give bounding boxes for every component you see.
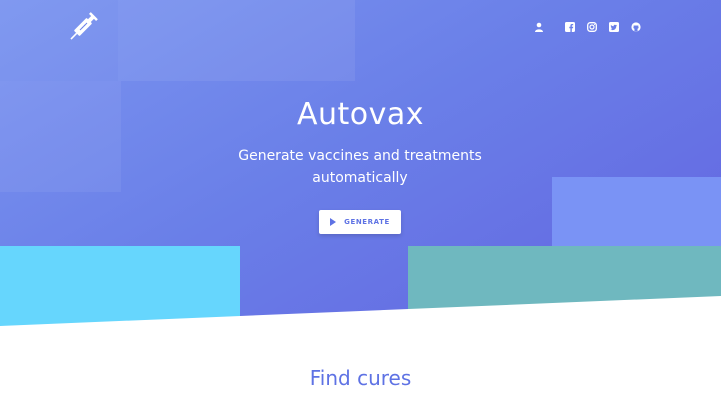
hero-section: [0, 0, 721, 403]
play-icon: [330, 218, 337, 226]
facebook-icon[interactable]: [564, 21, 576, 33]
hero-title: Autovax: [296, 97, 425, 132]
user-icon[interactable]: [533, 21, 545, 33]
generate-button-label: GENERATE: [344, 218, 390, 226]
syringe-icon[interactable]: [68, 10, 102, 44]
github-icon[interactable]: [630, 21, 642, 33]
twitter-icon[interactable]: [608, 21, 620, 33]
section-divider: [0, 296, 721, 403]
generate-button[interactable]: GENERATE: [319, 210, 401, 234]
section-title: Find cures: [309, 366, 412, 390]
instagram-icon[interactable]: [586, 21, 598, 33]
hero-subtitle: Generate vaccines and treatments automat…: [238, 148, 482, 186]
